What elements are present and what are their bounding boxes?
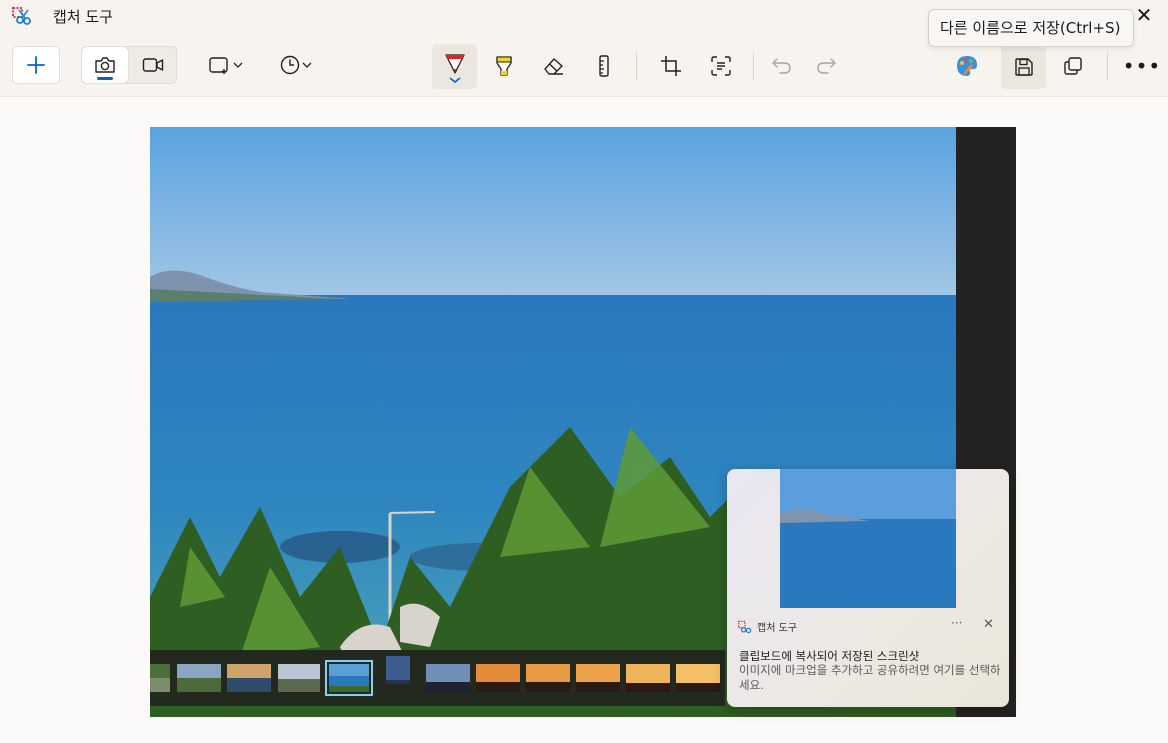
undo-icon (772, 58, 791, 74)
selected-indicator (97, 77, 113, 80)
toast-screenshot-preview (780, 469, 956, 608)
toolbar-divider (1107, 52, 1108, 80)
thumbnail-11 (626, 664, 670, 692)
text-actions-button[interactable] (699, 46, 743, 86)
thumbnail-10 (576, 664, 620, 692)
toast-close-button[interactable]: ✕ (983, 617, 994, 632)
chevron-down-icon (302, 62, 312, 68)
new-snip-button[interactable] (12, 46, 60, 84)
paint-icon (957, 56, 977, 76)
open-paint-button[interactable] (945, 46, 989, 86)
thumbnail-2 (177, 664, 221, 692)
see-more-button[interactable]: ••• (1120, 46, 1164, 86)
thumbnail-3 (227, 664, 271, 692)
save-as-tooltip: 다른 이름으로 저장(Ctrl+S) (928, 9, 1134, 47)
window-title: 캡처 도구 (53, 8, 113, 26)
photo-filmstrip (150, 650, 725, 706)
snipping-tool-app-icon (738, 620, 752, 634)
redo-icon (817, 58, 836, 74)
save-as-button[interactable] (1001, 44, 1046, 89)
text-actions-icon (711, 56, 731, 76)
copy-icon (1064, 57, 1082, 75)
chevron-down-icon (233, 62, 243, 68)
snip-mode-dropdown[interactable] (200, 46, 252, 84)
notification-toast[interactable]: 캡처 도구 ··· ✕ 클립보드에 복사되어 저장된 스크린샷 이미지에 마크업… (727, 469, 1009, 707)
snipping-tool-app-icon (12, 7, 31, 25)
ruler-icon (599, 55, 609, 77)
thumbnail-8 (476, 664, 520, 692)
save-icon (1014, 57, 1033, 76)
pen-icon (444, 53, 465, 83)
thumbnail-6 (386, 656, 410, 684)
clock-icon (280, 55, 300, 75)
screenshot-mode-button[interactable] (82, 47, 128, 83)
ruler-button[interactable] (582, 46, 626, 86)
eraser-button[interactable] (532, 46, 576, 86)
delay-timer-dropdown[interactable] (270, 46, 322, 84)
toast-more-button[interactable]: ··· (951, 616, 962, 630)
rectangle-snip-icon (209, 57, 228, 74)
thumbnail-1 (150, 664, 170, 692)
crop-button[interactable] (649, 46, 693, 86)
ballpoint-pen-button[interactable] (432, 44, 477, 89)
eraser-icon (544, 58, 563, 75)
video-icon (142, 58, 164, 72)
thumbnail-12 (676, 664, 720, 692)
copy-button[interactable] (1051, 46, 1095, 86)
toolbar-divider (753, 52, 754, 80)
thumbnail-7 (426, 664, 470, 692)
thumbnail-9 (526, 664, 570, 692)
toolbar-divider (636, 52, 637, 80)
toast-body: 이미지에 마크업을 추가하고 공유하려면 여기를 선택하세요. (739, 663, 1001, 692)
highlighter-icon (496, 56, 512, 76)
camera-icon (95, 57, 115, 73)
close-button[interactable]: ✕ (1130, 4, 1158, 28)
redo-button[interactable] (804, 46, 848, 86)
video-mode-button[interactable] (130, 47, 176, 83)
plus-icon (27, 56, 45, 74)
toast-app-name: 캡처 도구 (757, 623, 797, 634)
crop-icon (661, 56, 681, 76)
thumbnail-selected[interactable] (325, 660, 373, 696)
toast-title: 클립보드에 복사되어 저장된 스크린샷 (739, 649, 920, 663)
more-icon: ••• (1122, 54, 1162, 78)
undo-button[interactable] (760, 46, 804, 86)
thumbnail-4 (278, 664, 320, 692)
highlighter-button[interactable] (482, 46, 526, 86)
